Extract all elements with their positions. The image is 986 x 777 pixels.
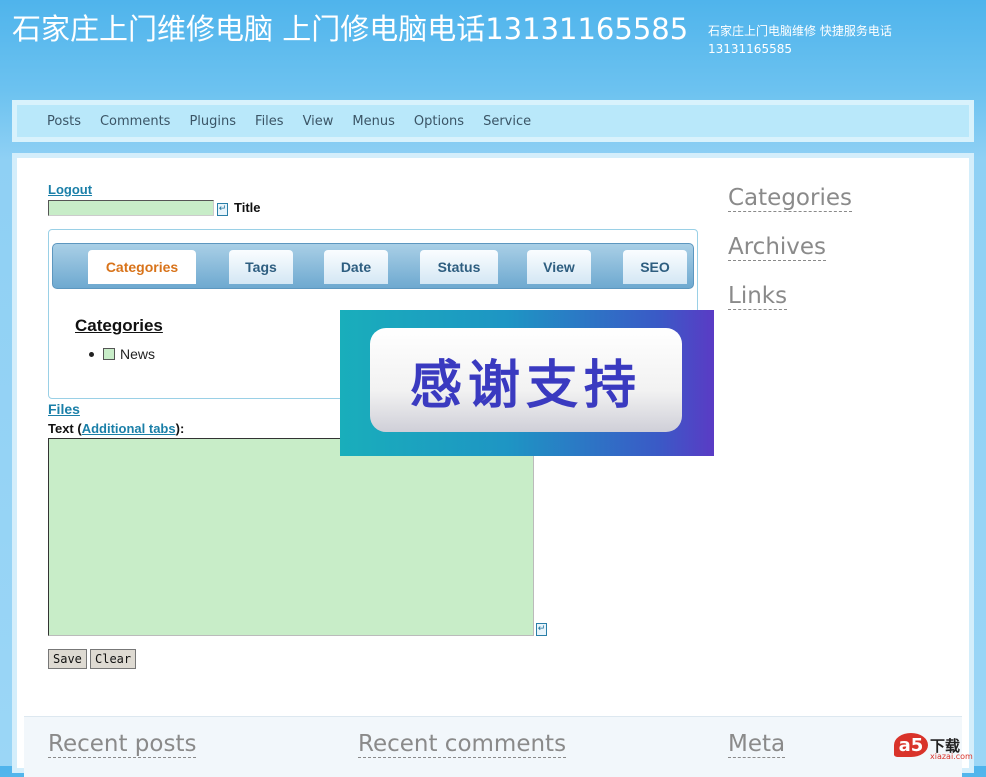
- category-item: News: [89, 346, 155, 362]
- footer-heading-recent-posts: Recent posts: [48, 731, 197, 758]
- nav-item-posts[interactable]: Posts: [47, 114, 81, 129]
- tab-bar: Categories Tags Date Status View SEO: [52, 243, 694, 289]
- title-input[interactable]: [48, 200, 214, 216]
- bullet-icon: [89, 351, 94, 357]
- categories-heading: Categories: [75, 316, 163, 335]
- a5-watermark-logo: a5 下载 xiazai.com: [894, 728, 982, 762]
- main-nav: Posts Comments Plugins Files View Menus …: [12, 100, 974, 142]
- nav-item-options[interactable]: Options: [414, 114, 464, 129]
- tab-tags[interactable]: Tags: [229, 250, 293, 284]
- expand-icon[interactable]: ↵: [217, 203, 228, 216]
- textarea-expand-icon[interactable]: ↵: [536, 623, 547, 636]
- sidebar-link-categories[interactable]: Categories: [728, 185, 852, 212]
- tab-categories[interactable]: Categories: [88, 250, 196, 284]
- files-link[interactable]: Files: [48, 401, 80, 417]
- clear-button[interactable]: Clear: [90, 649, 137, 669]
- footer-heading-meta: Meta: [728, 731, 786, 758]
- tab-seo[interactable]: SEO: [623, 250, 687, 284]
- sidebar-link-links[interactable]: Links: [728, 283, 788, 310]
- site-description: 石家庄上门电脑维修 快捷服务电话13131165585: [708, 24, 892, 56]
- watermark-subtext: xiazai.com: [930, 752, 973, 761]
- title-label: Title: [234, 200, 261, 215]
- footer-heading-recent-comments: Recent comments: [358, 731, 567, 758]
- nav-item-plugins[interactable]: Plugins: [189, 114, 236, 129]
- save-button[interactable]: Save: [48, 649, 87, 669]
- additional-tabs-link[interactable]: Additional tabs: [82, 421, 176, 436]
- text-label-suffix: ):: [175, 421, 185, 436]
- category-checkbox[interactable]: [103, 348, 115, 360]
- thanks-banner-text: 感谢支持: [370, 328, 682, 432]
- text-label: Text (Additional tabs):: [48, 421, 184, 436]
- nav-item-menus[interactable]: Menus: [352, 114, 394, 129]
- text-area[interactable]: [48, 438, 534, 636]
- sidebar-link-archives[interactable]: Archives: [728, 234, 827, 261]
- nav-item-view[interactable]: View: [303, 114, 334, 129]
- nav-item-comments[interactable]: Comments: [100, 114, 170, 129]
- a5-logo-icon: a5: [894, 733, 928, 757]
- site-title: 石家庄上门维修电脑 上门修电脑电话13131165585: [12, 12, 689, 46]
- category-list: News: [89, 346, 155, 362]
- nav-item-service[interactable]: Service: [483, 114, 531, 129]
- thanks-banner: 感谢支持: [340, 310, 714, 456]
- logout-link[interactable]: Logout: [48, 182, 92, 197]
- tab-status[interactable]: Status: [420, 250, 498, 284]
- main-nav-bar: Posts Comments Plugins Files View Menus …: [17, 105, 969, 137]
- tab-view[interactable]: View: [527, 250, 591, 284]
- category-label: News: [120, 346, 156, 362]
- nav-item-files[interactable]: Files: [255, 114, 284, 129]
- tab-date[interactable]: Date: [324, 250, 388, 284]
- text-label-prefix: Text (: [48, 421, 82, 436]
